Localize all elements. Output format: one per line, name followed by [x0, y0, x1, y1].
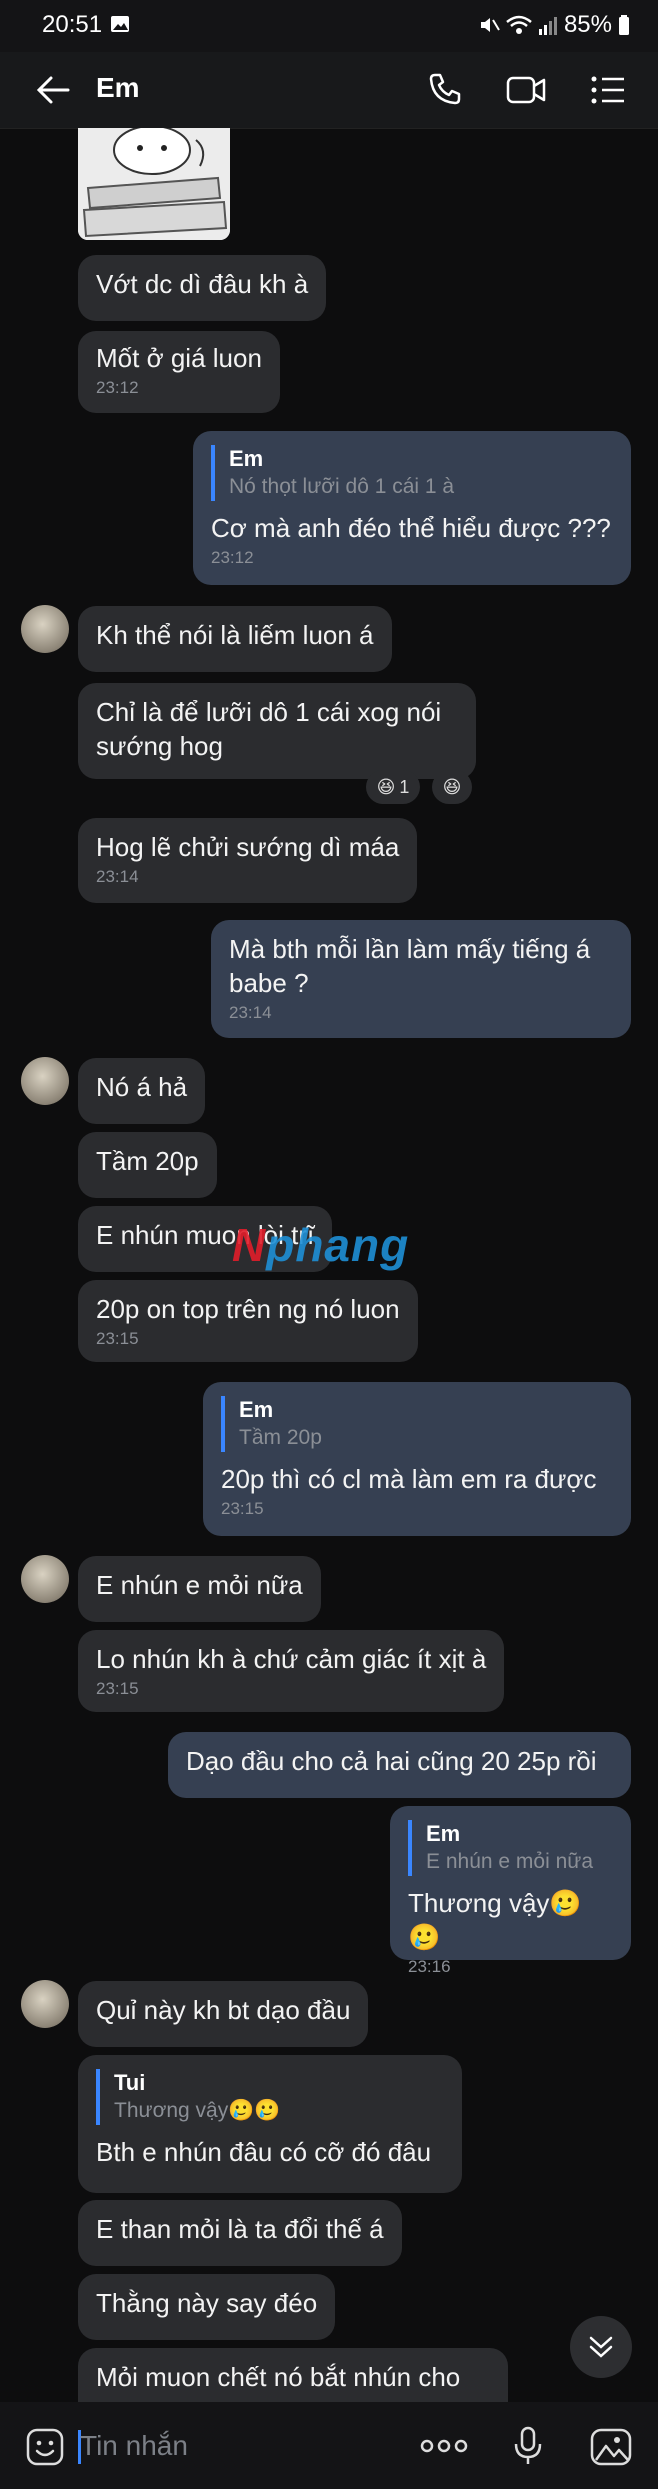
message-bubble[interactable]: Chỉ là để lưỡi dô 1 cái xog nói sướng ho… — [78, 683, 476, 779]
message-time: 23:12 — [96, 378, 139, 397]
message-text: Dạo đầu cho cả hai cũng 20 25p rồi — [186, 1746, 597, 1776]
message-text: E nhún e mỏi nữa — [96, 1570, 303, 1600]
reply-quote[interactable]: Em Nó thọt lưỡi dô 1 cái 1 à — [211, 445, 613, 501]
message-bubble[interactable]: Tui Thương vậy🥲🥲 Bth e nhún đâu có cỡ đó… — [78, 2055, 462, 2193]
message-bubble[interactable]: 20p on top trên ng nó luon 23:15 — [78, 1280, 418, 1362]
message-text: Quỉ này kh bt dạo đầu — [96, 1995, 351, 2025]
message-text: Mà bth mỗi lần làm mấy tiếng á babe ? — [229, 934, 591, 998]
message-bubble[interactable]: Mốt ở giá luon 23:12 — [78, 331, 280, 413]
reaction-badge[interactable]: 😆 1 — [366, 770, 420, 804]
contact-name[interactable]: Em — [96, 72, 140, 104]
message-text: Mỏi muon chết nó bắt nhún cho — [96, 2362, 461, 2392]
message-text: Cơ mà anh đéo thể hiểu được ??? — [211, 513, 611, 543]
message-bubble[interactable]: Mà bth mỗi lần làm mấy tiếng á babe ? 23… — [211, 920, 631, 1038]
message-text: Chỉ là để lưỡi dô 1 cái xog nói sướng ho… — [96, 697, 442, 761]
battery-icon — [619, 15, 629, 35]
message-bubble[interactable]: Tầm 20p — [78, 1132, 217, 1198]
image-gallery-icon[interactable] — [590, 2428, 632, 2466]
message-bubble[interactable]: Kh thể nói là liếm luon á — [78, 606, 392, 672]
status-bar: 20:51 85% — [0, 0, 658, 52]
quote-text: Tầm 20p — [239, 1426, 322, 1449]
message-text: Bth e nhún đâu có cỡ đó đâu — [96, 2137, 432, 2167]
avatar[interactable] — [21, 605, 69, 653]
message-text: Hog lẽ chửi sướng dì máa — [96, 832, 400, 862]
message-bubble[interactable]: Em E nhún e mỏi nữa Thương vậy🥲🥲 23:16 — [390, 1806, 631, 1976]
message-time: 23:12 — [211, 548, 254, 567]
avatar[interactable] — [21, 1555, 69, 1603]
call-icon[interactable] — [428, 72, 462, 106]
double-chevron-down-icon — [589, 2336, 613, 2358]
message-bubble[interactable]: Hog lẽ chửi sướng dì máa 23:14 — [78, 818, 418, 903]
laughing-emoji-icon: 😆 — [442, 776, 462, 797]
message-time: 23:15 — [96, 1679, 139, 1698]
message-text: 20p on top trên ng nó luon — [96, 1294, 400, 1324]
scroll-to-bottom-button[interactable] — [570, 2316, 632, 2378]
avatar[interactable] — [21, 1980, 69, 2028]
quote-author: Em — [229, 446, 264, 471]
reply-quote[interactable]: Tui Thương vậy🥲🥲 — [96, 2069, 444, 2125]
message-bubble[interactable]: Lo nhún kh à chứ cảm giác ít xịt à 23:15 — [78, 1630, 505, 1712]
message-bubble[interactable]: Em Nó thọt lưỡi dô 1 cái 1 à Cơ mà anh đ… — [193, 431, 631, 585]
message-bubble[interactable]: Vớt dc dì đâu kh à — [78, 255, 327, 321]
message-time: 23:15 — [96, 1329, 139, 1348]
reply-quote[interactable]: Em Tầm 20p — [221, 1396, 613, 1452]
message-text: E than mỏi là ta đổi thế á — [96, 2214, 384, 2244]
quote-text: Thương vậy🥲🥲 — [114, 2099, 281, 2122]
sticker-image[interactable] — [78, 128, 230, 240]
message-bubble[interactable]: Thằng này say đéo — [78, 2274, 336, 2340]
message-text: Kh thể nói là liếm luon á — [96, 620, 374, 650]
message-text: 20p thì có cl mà làm em ra được — [221, 1464, 597, 1494]
battery-percent: 85% — [563, 11, 612, 38]
quote-author: Em — [426, 1821, 461, 1846]
message-bubble[interactable]: Em Tầm 20p 20p thì có cl mà làm em ra đư… — [203, 1382, 631, 1536]
video-call-icon[interactable] — [506, 74, 546, 106]
chat-header: Em — [0, 52, 658, 129]
message-bubble[interactable]: Quỉ này kh bt dạo đầu — [78, 1981, 369, 2047]
quote-text: E nhún e mỏi nữa — [426, 1850, 593, 1873]
message-input[interactable]: Tin nhắn — [80, 2430, 188, 2462]
message-time: 23:14 — [229, 1003, 272, 1022]
watermark-part1: N — [232, 1219, 267, 1271]
message-text: Thằng này say đéo — [96, 2288, 318, 2318]
wifi-icon — [506, 15, 532, 34]
message-time: 23:14 — [96, 867, 139, 886]
add-reaction-button[interactable]: 😆 — [432, 770, 472, 804]
message-bubble[interactable]: Dạo đầu cho cả hai cũng 20 25p rồi — [168, 1732, 631, 1798]
avatar[interactable] — [21, 1057, 69, 1105]
mute-icon — [480, 18, 500, 32]
reaction-count: 1 — [399, 776, 410, 797]
message-input-bar: Tin nhắn — [0, 2402, 658, 2489]
watermark-logo: Nphang — [232, 1218, 409, 1272]
message-bubble[interactable]: E than mỏi là ta đổi thế á — [78, 2200, 402, 2266]
message-time: 23:16 — [408, 1957, 451, 1976]
reply-quote[interactable]: Em E nhún e mỏi nữa — [408, 1820, 613, 1876]
quote-author: Tui — [114, 2070, 146, 2095]
message-bubble[interactable]: Nó á hả — [78, 1058, 206, 1124]
watermark-part2: phang — [266, 1219, 410, 1271]
message-text: Mốt ở giá luon — [96, 343, 262, 373]
message-text: Tầm 20p — [96, 1146, 199, 1176]
microphone-icon[interactable] — [512, 2426, 544, 2466]
message-text: Vớt dc dì đâu kh à — [96, 269, 309, 299]
quote-text: Nó thọt lưỡi dô 1 cái 1 à — [229, 475, 455, 498]
gallery-notification-icon — [111, 16, 129, 32]
back-arrow-icon[interactable] — [36, 74, 70, 106]
message-bubble[interactable]: E nhún e mỏi nữa — [78, 1556, 321, 1622]
message-text: Thương vậy🥲🥲 — [408, 1888, 582, 1952]
status-right: 85% — [478, 11, 630, 39]
message-time: 23:15 — [221, 1499, 264, 1518]
message-text: Nó á hả — [96, 1072, 188, 1102]
menu-icon[interactable] — [590, 74, 626, 106]
quote-author: Em — [239, 1397, 274, 1422]
signal-icon — [538, 17, 557, 35]
message-text: Lo nhún kh à chứ cảm giác ít xịt à — [96, 1644, 487, 1674]
emoji-icon[interactable] — [26, 2428, 64, 2466]
laughing-emoji-icon: 😆 — [376, 776, 396, 797]
more-options-icon[interactable] — [420, 2436, 468, 2456]
status-time: 20:51 — [42, 11, 103, 38]
